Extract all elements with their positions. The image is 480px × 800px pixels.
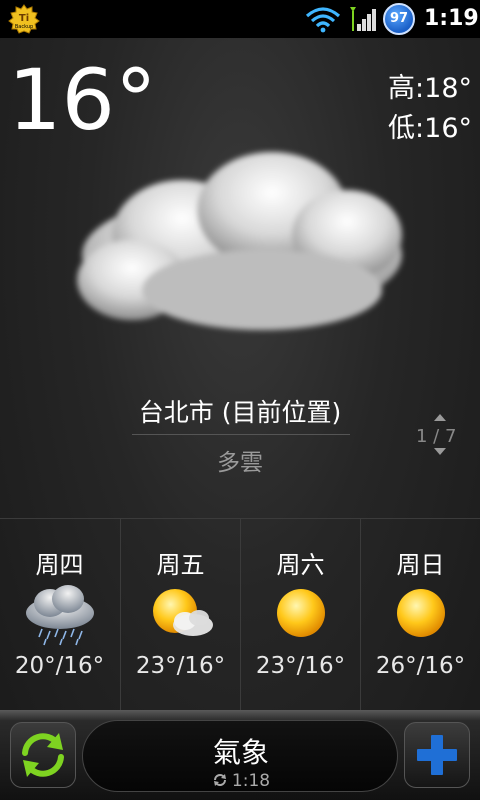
- location-pager: 1 / 7: [416, 426, 457, 447]
- forecast-day-name: 周日: [396, 551, 445, 579]
- refresh-icon: [22, 733, 64, 777]
- forecast-day-thursday[interactable]: 周四 20°/16°: [0, 519, 119, 711]
- signal-icon: [350, 7, 376, 31]
- chevron-up-icon[interactable]: [434, 414, 446, 421]
- forecast-day-name: 周五: [156, 551, 205, 579]
- sunny-icon: [397, 589, 445, 637]
- wifi-icon: [305, 7, 341, 33]
- forecast-temperature: 26°/16°: [375, 653, 466, 679]
- add-location-button[interactable]: [404, 722, 470, 788]
- battery-icon: 97: [383, 3, 415, 35]
- location-divider: [132, 434, 350, 435]
- cloudy-icon: [77, 152, 402, 330]
- sunny-icon: [277, 589, 325, 637]
- forecast-temperature: 23°/16°: [255, 653, 346, 679]
- partly-cloudy-icon: [153, 589, 213, 636]
- plus-icon: [417, 735, 457, 775]
- svg-text:Backup: Backup: [15, 24, 33, 30]
- weather-condition: 多雲: [217, 450, 263, 476]
- app-title: 氣象: [212, 736, 269, 769]
- forecast-day-name: 周四: [35, 551, 84, 579]
- forecast-day-sunday[interactable]: 周日 26°/16°: [360, 519, 480, 711]
- rain-cloud-icon: [26, 585, 94, 646]
- status-time: 1:19: [424, 6, 479, 31]
- location-name[interactable]: 台北市 (目前位置): [0, 393, 480, 429]
- chevron-down-icon[interactable]: [434, 448, 446, 455]
- titanium-backup-icon[interactable]: Ti Backup: [8, 4, 40, 34]
- status-bar: Ti Backup 97 1:19: [0, 0, 480, 38]
- last-updated: 1:18: [83, 771, 399, 791]
- refresh-button[interactable]: [10, 722, 76, 788]
- forecast-day-friday[interactable]: 周五 23°/16°: [120, 519, 240, 711]
- forecast-day-saturday[interactable]: 周六 23°/16°: [240, 519, 360, 711]
- high-temperature: 高:18°: [388, 73, 472, 104]
- sync-icon: [213, 774, 226, 786]
- last-updated-time: 1:18: [231, 771, 271, 791]
- forecast-row: 周四 20°/16° 周五 23°/16° 周六 23°/16° 周日 26°/…: [0, 518, 480, 711]
- forecast-day-name: 周六: [276, 551, 325, 579]
- title-bar: 氣象 1:18: [82, 720, 398, 792]
- bottom-bar: 氣象 1:18: [0, 710, 480, 800]
- forecast-temperature: 23°/16°: [135, 653, 226, 679]
- forecast-temperature: 20°/16°: [14, 653, 105, 679]
- svg-text:Ti: Ti: [19, 13, 29, 24]
- current-temperature: 16°: [8, 51, 157, 149]
